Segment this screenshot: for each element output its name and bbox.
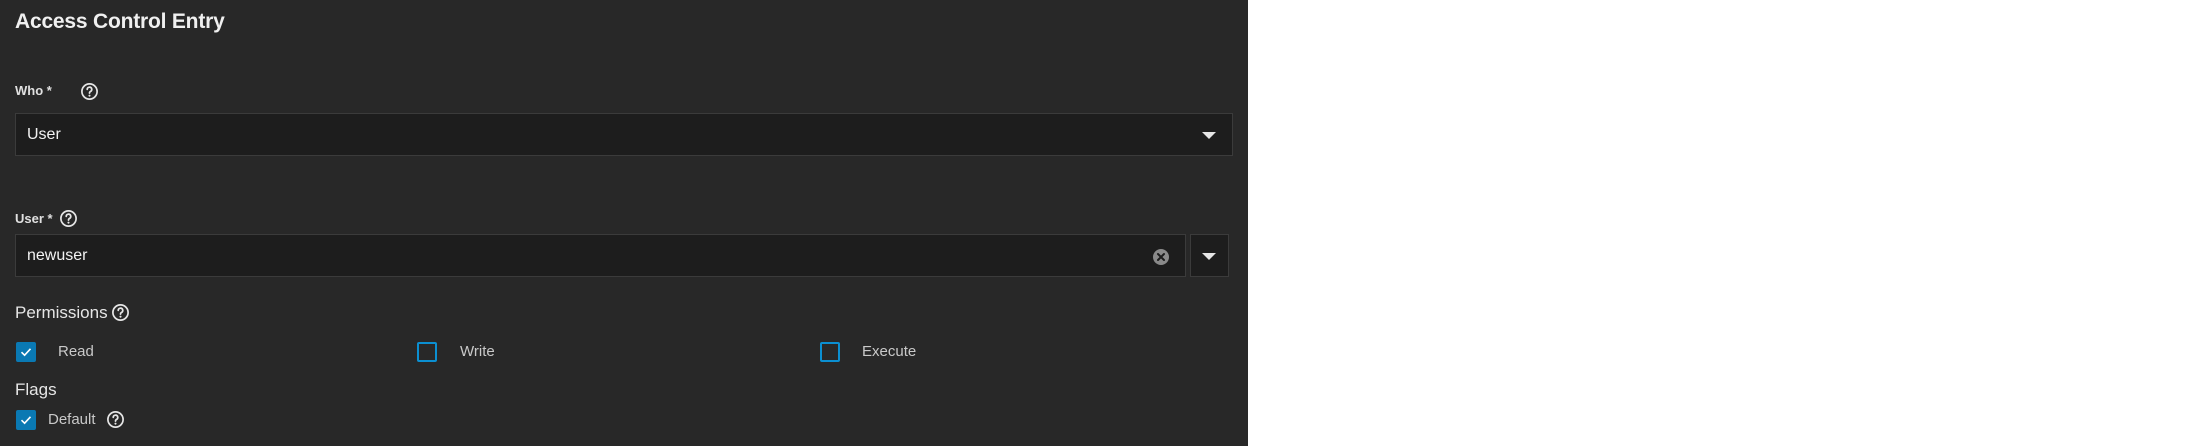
user-input-value: newuser [27,247,88,264]
read-label[interactable]: Read [58,343,94,360]
checkmark-icon [20,348,32,357]
permissions-help-icon[interactable] [111,303,130,322]
execute-checkbox[interactable] [820,342,840,362]
write-label[interactable]: Write [460,343,495,360]
flags-label: Flags [15,380,57,399]
user-dropdown-button[interactable] [1190,234,1229,277]
caret-down-icon [1202,132,1216,139]
user-label: User * [15,211,53,226]
user-help-icon[interactable] [59,209,78,228]
execute-label[interactable]: Execute [862,343,916,360]
checkmark-icon [20,416,32,425]
caret-down-icon [1202,253,1216,260]
default-checkbox[interactable] [16,410,36,430]
who-help-icon[interactable] [80,82,99,101]
default-help-icon[interactable] [106,410,125,429]
who-select-value: User [27,126,61,143]
page-title: Access Control Entry [15,10,225,33]
read-checkbox[interactable] [16,342,36,362]
who-select[interactable]: User [15,113,1233,156]
who-label: Who * [15,83,52,98]
permissions-label: Permissions [15,303,108,322]
ace-form-panel: Access Control Entry Who * User User * n… [0,0,1248,446]
default-label[interactable]: Default [48,411,96,428]
user-combobox-input[interactable]: newuser [15,234,1186,277]
write-checkbox[interactable] [417,342,437,362]
clear-circle-icon[interactable] [1152,248,1170,266]
